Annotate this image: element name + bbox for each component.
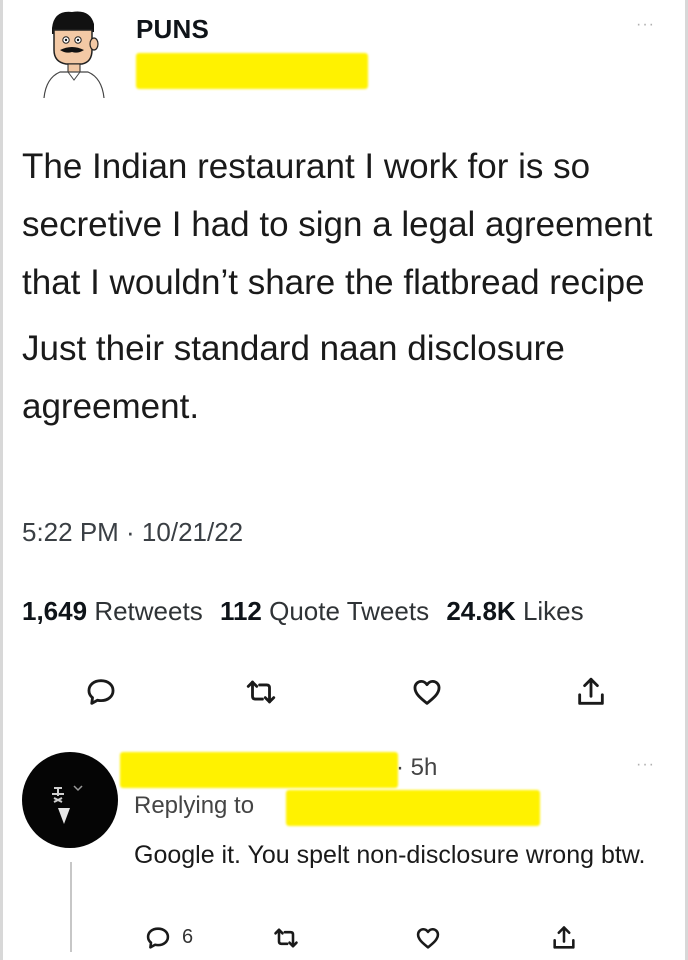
redacted-reply-author (120, 752, 398, 788)
tweet-paragraph-1: The Indian restaurant I work for is so s… (22, 147, 653, 302)
retweets-stat[interactable]: 1,649 Retweets (22, 596, 203, 626)
reply-reply-count: 6 (182, 926, 194, 948)
quotes-stat[interactable]: 112 Quote Tweets (220, 596, 429, 626)
retweet-icon[interactable] (244, 675, 278, 709)
avatar-glyph-icon (52, 785, 83, 824)
reply-icon[interactable] (84, 675, 118, 709)
replying-to-label: Replying to (134, 792, 255, 819)
thread-line (70, 862, 72, 952)
reply-text: Google it. You spelt non-disclosure wron… (134, 841, 646, 869)
reply-time[interactable]: · 5h (396, 754, 437, 782)
reply-share-icon[interactable] (550, 924, 578, 952)
like-icon[interactable] (410, 675, 444, 709)
redacted-handle (136, 53, 368, 89)
quotes-label: Quote Tweets (269, 596, 430, 626)
quotes-count: 112 (219, 596, 262, 626)
reply-avatar[interactable] (22, 752, 118, 848)
tweet-timestamp[interactable]: 5:22 PM · 10/21/22 (22, 517, 243, 548)
frame-border-left (0, 0, 3, 960)
author-avatar[interactable] (38, 6, 108, 99)
reply-retweet-icon[interactable] (272, 924, 300, 952)
reply-more-options-icon[interactable]: ··· (636, 756, 655, 774)
likes-label: Likes (522, 596, 584, 626)
reply-like-icon[interactable] (414, 924, 442, 952)
tweet-stats: 1,649 Retweets 112 Quote Tweets 24.8K Li… (22, 596, 584, 627)
tweet-text: The Indian restaurant I work for is so s… (22, 138, 672, 436)
likes-stat[interactable]: 24.8K Likes (446, 596, 583, 626)
retweets-label: Retweets (94, 596, 203, 626)
reply-reply-icon[interactable] (144, 924, 172, 952)
retweets-count: 1,649 (22, 596, 88, 626)
tweet-paragraph-2: Just their standard naan disclosure agre… (22, 329, 565, 426)
redacted-replying-to-handle (286, 790, 540, 826)
more-options-icon[interactable]: ··· (636, 16, 655, 34)
likes-count: 24.8K (446, 596, 516, 626)
share-icon[interactable] (574, 675, 608, 709)
author-name[interactable]: PUNS (136, 14, 209, 45)
cartoon-avatar-icon (43, 11, 105, 99)
